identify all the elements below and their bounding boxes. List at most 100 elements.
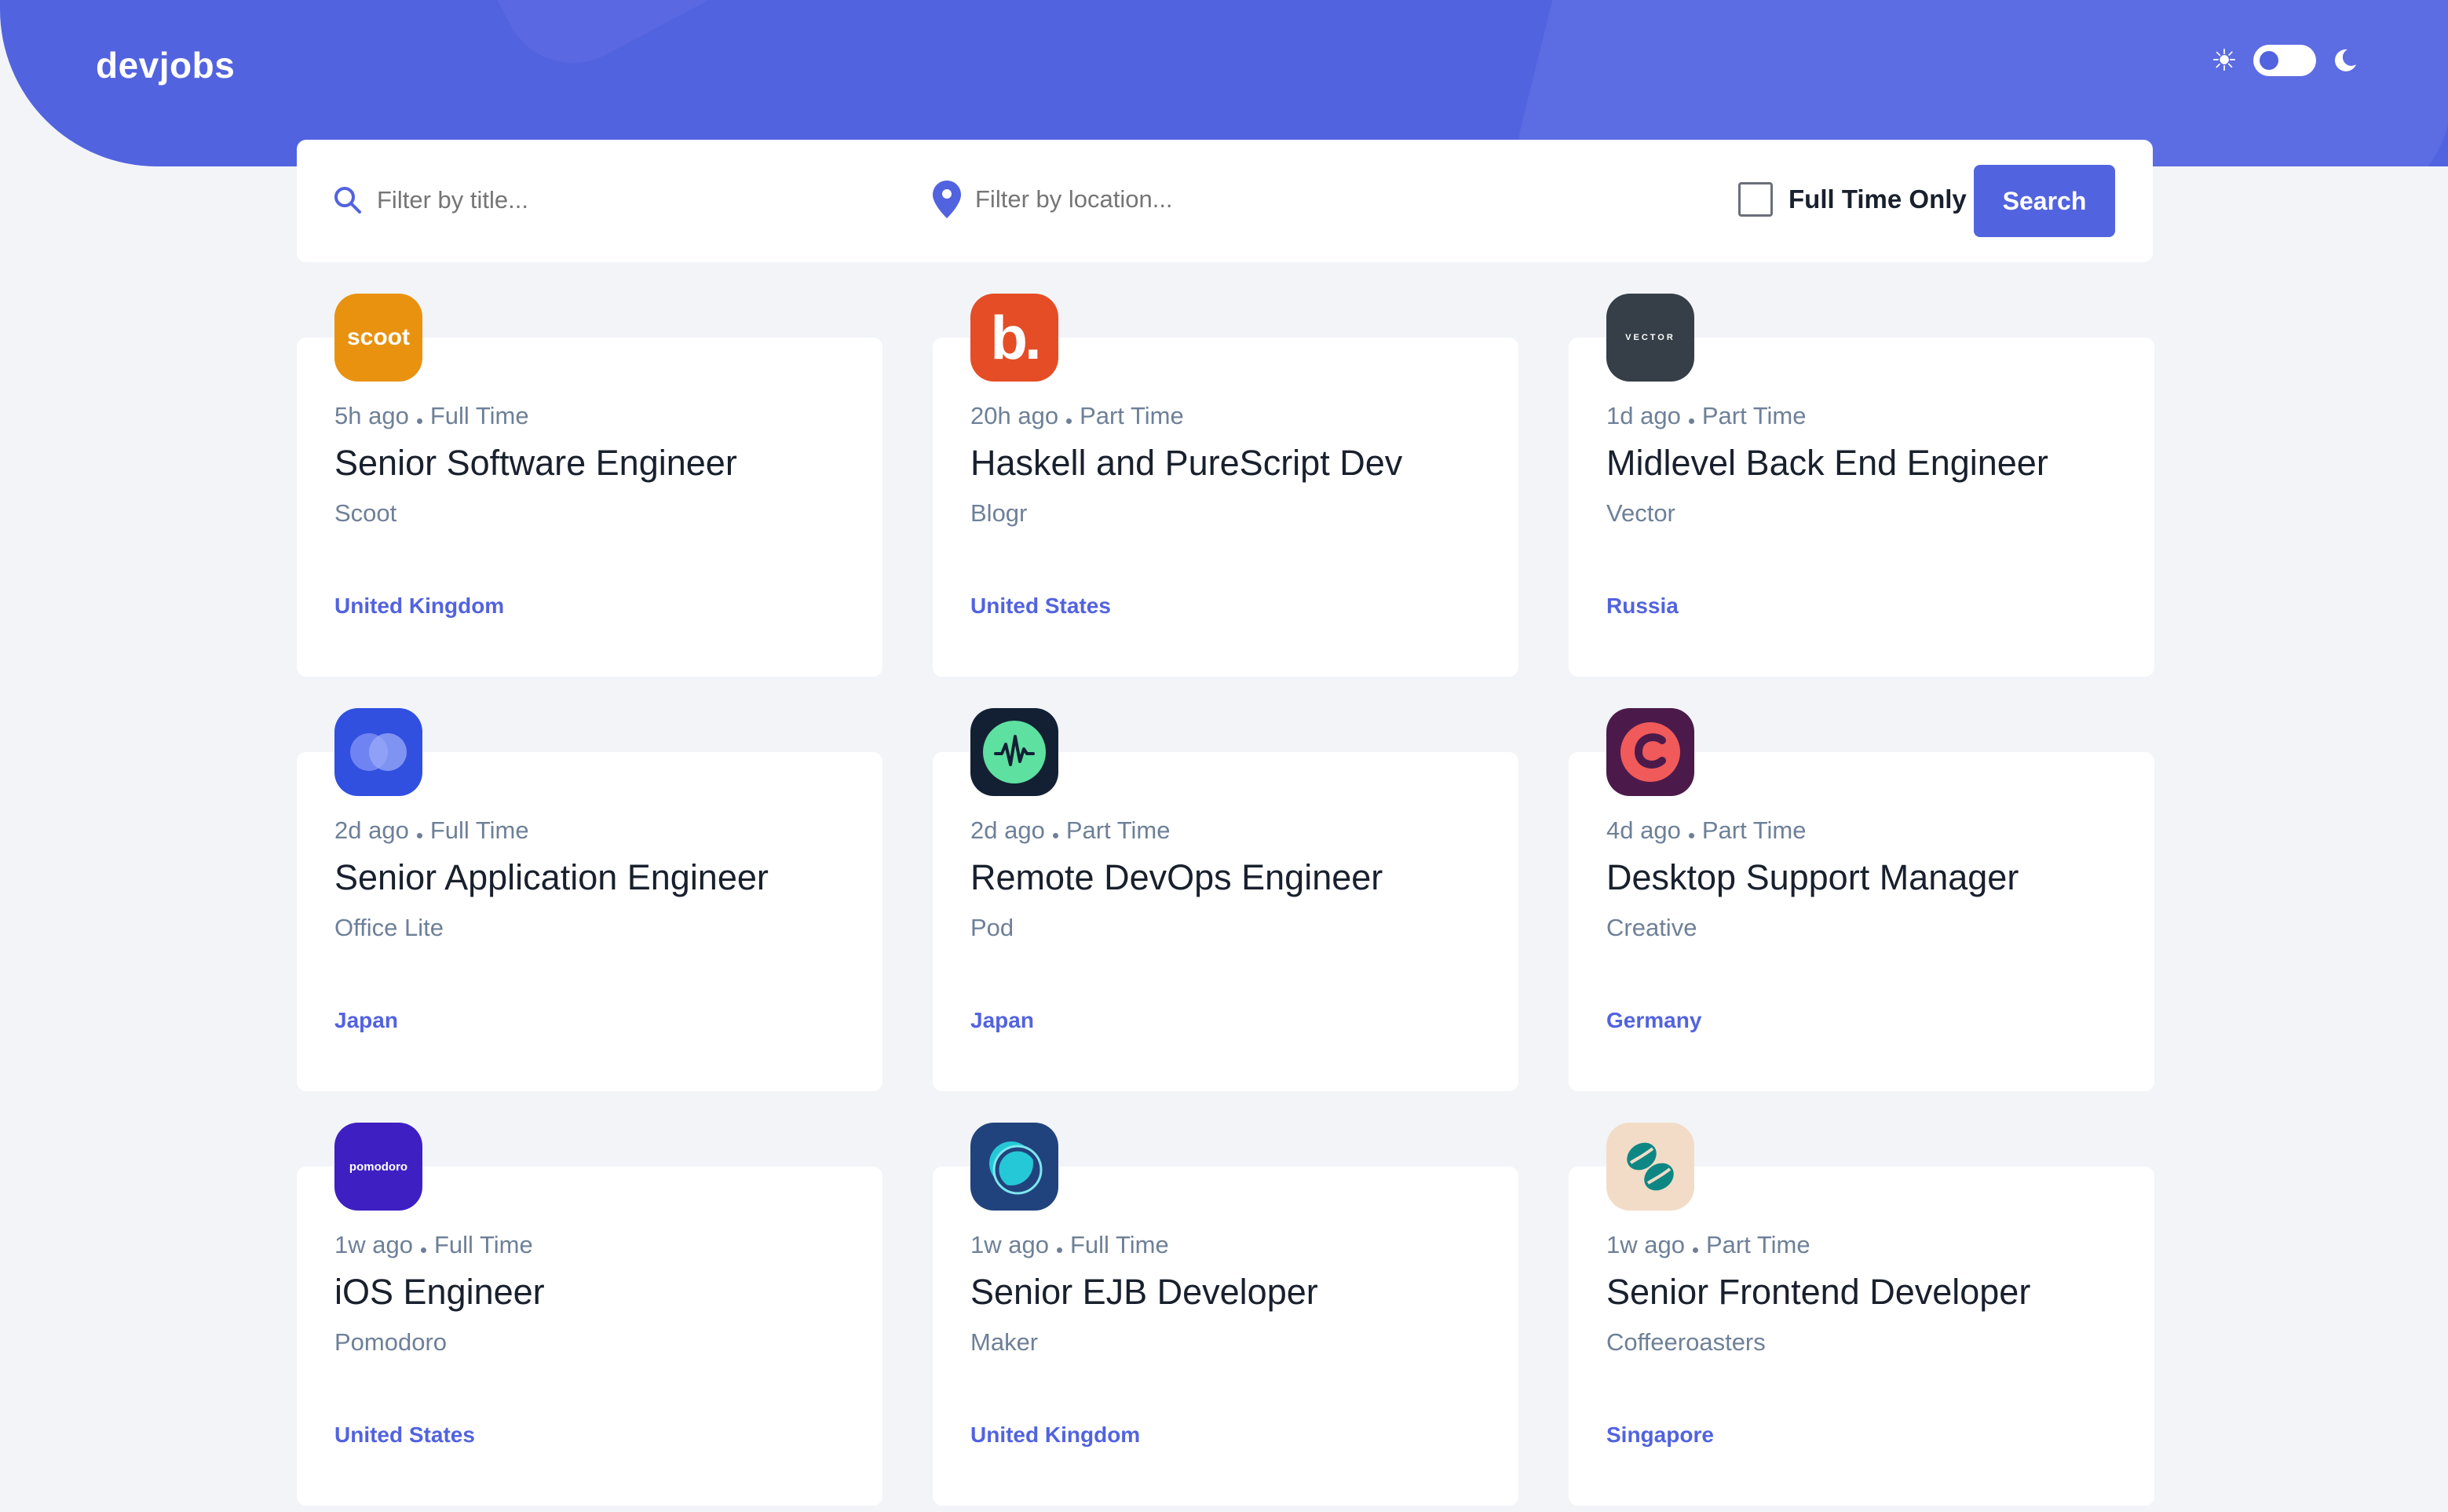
company-logo [1606, 1123, 1694, 1211]
separator-dot [1688, 418, 1694, 424]
company-logo: scoot [334, 294, 422, 382]
separator-dot [416, 418, 422, 424]
posted-time: 1d ago [1606, 402, 1681, 429]
creative-logo-icon [1620, 722, 1680, 782]
job-card[interactable]: b. 20h ago Part Time Haskell and PureScri… [933, 294, 1518, 677]
job-card[interactable]: 2d ago Full Time Senior Application Engin… [297, 708, 882, 1091]
company-name: Creative [1606, 914, 1697, 941]
job-title[interactable]: Senior Software Engineer [334, 443, 737, 484]
maker-logo-icon [989, 1141, 1043, 1195]
job-location: United Kingdom [334, 593, 505, 618]
search-button[interactable]: Search [1974, 165, 2115, 237]
job-meta: 2d ago Part Time [970, 816, 1170, 845]
posted-time: 1w ago [970, 1231, 1049, 1258]
full-time-checkbox[interactable]: Full Time Only [1738, 182, 1967, 217]
company-name: Pomodoro [334, 1328, 448, 1356]
title-filter-input[interactable] [375, 185, 849, 215]
company-name: Blogr [970, 499, 1028, 527]
company-name: Coffeeroasters [1606, 1328, 1766, 1356]
posted-time: 20h ago [970, 402, 1059, 429]
contract-type: Part Time [1701, 816, 1807, 844]
job-title[interactable]: iOS Engineer [334, 1272, 545, 1313]
company-name: Maker [970, 1328, 1039, 1356]
title-filter [333, 185, 849, 215]
contract-type: Part Time [1080, 402, 1184, 429]
posted-time: 2d ago [334, 816, 409, 844]
job-location: Singapore [1606, 1423, 1714, 1447]
company-logo [970, 1123, 1058, 1211]
job-title[interactable]: Remote DevOps Engineer [970, 857, 1383, 898]
company-name: Pod [970, 914, 1014, 941]
company-logo: b. [970, 294, 1058, 382]
separator-dot [1056, 1247, 1062, 1253]
posted-time: 2d ago [970, 816, 1045, 844]
company-logo [1606, 708, 1694, 796]
job-location: United Kingdom [970, 1423, 1141, 1447]
header-decoration [459, 0, 766, 88]
contract-type: Part Time [1705, 1231, 1810, 1258]
job-meta: 1w ago Part Time [1606, 1231, 1810, 1259]
company-logo-text: VECTOR [1625, 333, 1675, 342]
job-title[interactable]: Senior Frontend Developer [1606, 1272, 2030, 1313]
job-card[interactable]: scoot 5h ago Full Time Senior Software En… [297, 294, 882, 677]
separator-dot [1066, 418, 1072, 424]
search-icon [334, 187, 361, 214]
company-logo-text: b. [990, 302, 1041, 372]
job-meta: 1w ago Full Time [970, 1231, 1169, 1259]
pod-logo-icon [983, 721, 1046, 783]
separator-dot [1052, 832, 1058, 838]
company-logo-text: pomodoro [349, 1160, 408, 1174]
contract-type: Part Time [1065, 816, 1171, 844]
job-card[interactable]: pomodoro 1w ago Full Time iOS Engineer Po… [297, 1123, 882, 1506]
job-title[interactable]: Haskell and PureScript Dev [970, 443, 1402, 484]
coffeeroasters-logo-icon [1627, 1142, 1674, 1191]
theme-switch[interactable] [2253, 45, 2317, 76]
separator-dot [1688, 832, 1694, 838]
theme-toggle[interactable]: ☀ [2211, 41, 2358, 80]
posted-time: 1w ago [1606, 1231, 1685, 1258]
posted-time: 4d ago [1606, 816, 1681, 844]
posted-time: 1w ago [334, 1231, 413, 1258]
separator-dot [420, 1247, 426, 1253]
company-logo: VECTOR [1606, 294, 1694, 382]
search-filter-bar: Full Time Only Search [297, 140, 2153, 262]
job-card[interactable]: 4d ago Part Time Desktop Support Manager … [1569, 708, 2154, 1091]
sun-icon: ☀ [2211, 43, 2238, 78]
job-card[interactable]: 1w ago Part Time Senior Frontend Develope… [1569, 1123, 2154, 1506]
job-title[interactable]: Senior Application Engineer [334, 857, 769, 898]
job-title[interactable]: Senior EJB Developer [970, 1272, 1318, 1313]
company-name: Office Lite [334, 914, 444, 941]
posted-time: 5h ago [334, 402, 409, 429]
job-location: United States [970, 593, 1111, 618]
job-location: Germany [1606, 1008, 1702, 1032]
job-meta: 2d ago Full Time [334, 816, 529, 845]
company-logo: pomodoro [334, 1123, 422, 1211]
contract-type: Part Time [1701, 402, 1807, 429]
company-logo [970, 708, 1058, 796]
contract-type: Full Time [1069, 1231, 1169, 1258]
separator-dot [416, 832, 422, 838]
job-meta: 1w ago Full Time [334, 1231, 533, 1259]
company-name: Scoot [334, 499, 397, 527]
company-name: Vector [1606, 499, 1675, 527]
full-time-label: Full Time Only [1789, 184, 1967, 214]
theme-switch-knob [2260, 51, 2279, 70]
location-filter-input[interactable] [974, 184, 1448, 214]
job-card[interactable]: 2d ago Part Time Remote DevOps Engineer P… [933, 708, 1518, 1091]
job-card[interactable]: VECTOR 1d ago Part Time Midlevel Back End… [1569, 294, 2154, 677]
job-card[interactable]: 1w ago Full Time Senior EJB Developer Mak… [933, 1123, 1518, 1506]
job-meta: 1d ago Part Time [1606, 402, 1806, 430]
separator-dot [1692, 1247, 1698, 1253]
company-logo-text: scoot [346, 324, 410, 350]
company-logo [334, 708, 422, 796]
job-location: Russia [1606, 593, 1679, 618]
job-meta: 20h ago Part Time [970, 402, 1184, 430]
job-location: Japan [970, 1008, 1034, 1032]
job-title[interactable]: Midlevel Back End Engineer [1606, 443, 2048, 484]
app-logo[interactable]: devjobs [96, 44, 235, 86]
checkbox-box[interactable] [1738, 182, 1773, 217]
job-title[interactable]: Desktop Support Manager [1606, 857, 2019, 898]
contract-type: Full Time [433, 1231, 533, 1258]
office-lite-logo-icon [350, 733, 407, 771]
location-filter [933, 181, 1448, 218]
